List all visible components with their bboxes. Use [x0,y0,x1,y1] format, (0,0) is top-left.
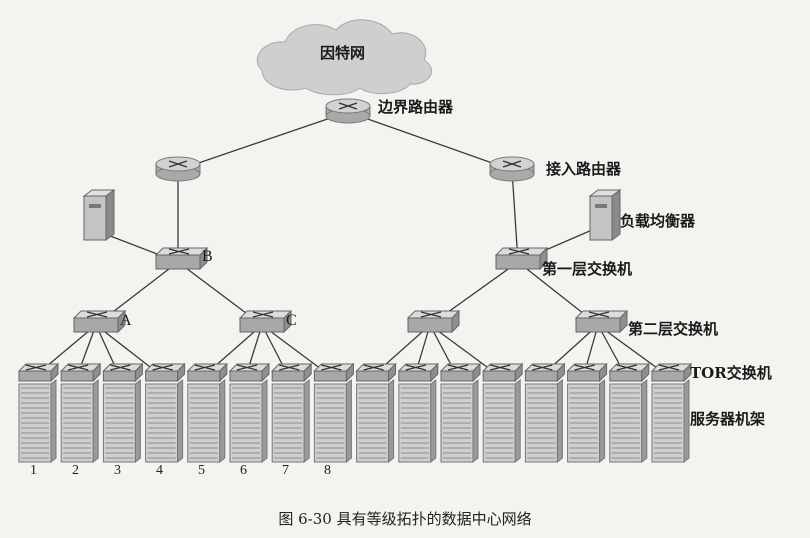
tor-switch [228,362,271,383]
server-rack [313,378,352,464]
tier2-switch [406,309,461,334]
server-rack [271,378,310,464]
server-rack [229,378,268,464]
switch-c-label: C [286,312,297,329]
tor-switch-label: TOR交换机 [690,364,772,382]
tier2-switch-c [238,309,293,334]
rack-number: 5 [198,463,205,478]
server-rack [145,378,184,464]
server-rack [524,378,563,464]
server-rack [356,378,395,464]
rack-number: 1 [30,463,37,478]
server-rack [651,378,690,464]
access-router-label: 接入路由器 [546,160,622,178]
tor-switch [144,362,186,383]
server-rack [609,378,648,464]
router [155,156,201,182]
tor-switch [608,362,651,383]
load-balancer [588,189,622,241]
server-rack [398,378,437,464]
tier2-switch-a [72,309,127,334]
load-balancer-label: 负载均衡器 [620,212,696,230]
diagram-canvas: 因特网 边界路由器 接入路由器 负载均衡器 第一层交换机 第二层交换机 TOR交… [0,0,810,534]
server-racks-label: 服务器机架 [690,410,766,428]
server-rack [18,378,57,464]
tor-switch [355,362,397,383]
switch-b-label: B [202,248,213,265]
switch-a-label: A [120,312,132,329]
tor-switch [17,362,60,383]
server-rack [482,378,521,464]
link-line [177,111,349,171]
tor-switch [650,362,693,383]
tier1-switch [494,246,549,271]
server-rack [60,378,99,464]
tier2-switch [574,309,629,334]
internet-label: 因特网 [320,44,366,62]
tor-switch [102,362,144,383]
tor-switch [566,362,608,383]
tor-switch [524,362,566,383]
tor-switch [439,362,482,383]
figure-caption: 图 6-30 具有等级拓扑的数据中心网络 [278,510,532,528]
rack-number: 8 [324,463,331,478]
tier2-switch-label: 第二层交换机 [628,320,719,338]
border-router-label: 边界路由器 [378,98,454,116]
link-line [347,111,513,171]
tor-switch [59,362,102,383]
server-tower [82,189,116,241]
server-rack [187,378,226,464]
rack-number: 2 [72,463,79,478]
tor-switch [397,362,440,383]
rack-number: 7 [282,463,289,478]
access-router [489,156,535,182]
rack-number: 4 [156,463,163,478]
tor-switch [186,362,229,383]
rack-number: 3 [114,463,121,478]
tor-switch [313,362,355,383]
tier1-switch-b [154,246,209,271]
tier1-switch-label: 第一层交换机 [542,260,633,278]
tor-switch [270,362,313,383]
tor-switch [481,362,524,383]
border-router [325,98,371,124]
server-rack [567,378,606,464]
server-rack [440,378,479,464]
network-topology [17,19,693,464]
rack-number: 6 [240,463,247,478]
server-rack [102,378,141,464]
